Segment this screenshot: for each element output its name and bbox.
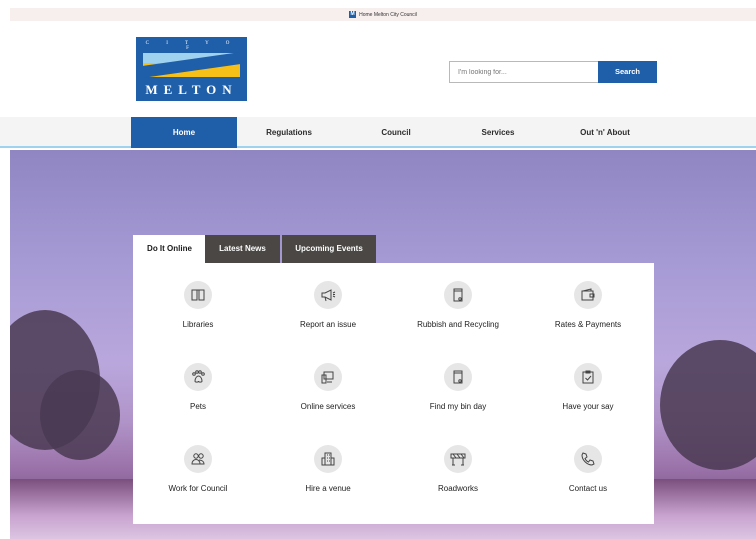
main-nav: Home Regulations Council Services Out 'n… [0,117,756,148]
service-label: Hire a venue [305,484,351,493]
nav-item-regulations[interactable]: Regulations [243,117,335,148]
service-hire-a-venue[interactable]: Hire a venue [263,427,393,507]
tab-do-it-online[interactable]: Do It Online [133,235,206,263]
search-button[interactable]: Search [598,61,657,83]
service-have-your-say[interactable]: Have your say [523,345,653,425]
paw-icon [184,363,212,391]
nav-item-council[interactable]: Council [350,117,442,148]
service-label: Rubbish and Recycling [417,320,499,329]
service-rates-payments[interactable]: Rates & Payments [523,263,653,343]
megaphone-icon [314,281,342,309]
service-label: Rates & Payments [554,320,622,329]
logo-city-text: C I T Y O F [145,41,238,51]
service-label: Roadworks [437,484,478,493]
logo-name-text: MELTON [145,82,238,97]
city-of-melton-logo[interactable]: C I T Y O F MELTON [136,37,247,101]
bin-icon [444,281,472,309]
search-input[interactable] [449,61,599,83]
service-report-an-issue[interactable]: Report an issue [263,263,393,343]
service-roadworks[interactable]: Roadworks [393,427,523,507]
hero-tree-left-2 [40,370,120,460]
tab-latest-news[interactable]: Latest News [205,235,280,263]
hero-tree-right [660,340,756,470]
building-icon [314,445,342,473]
browser-tab[interactable]: M Home Melton City Council [10,8,756,21]
service-label: Online services [300,402,356,411]
service-label: Libraries [182,320,214,329]
nav-item-out-n-about[interactable]: Out 'n' About [550,117,660,148]
nav-item-services[interactable]: Services [452,117,544,148]
people-icon [184,445,212,473]
tab-upcoming-events[interactable]: Upcoming Events [282,235,376,263]
browser-tab-title: Home Melton City Council [359,11,417,18]
phone-icon [574,445,602,473]
wallet-icon [574,281,602,309]
service-label: Find my bin day [429,402,487,411]
service-libraries[interactable]: Libraries [133,263,263,343]
nav-item-home[interactable]: Home [131,117,237,148]
service-work-for-council[interactable]: Work for Council [133,427,263,507]
favicon-icon: M [349,11,357,18]
barrier-icon [444,445,472,473]
book-icon [184,281,212,309]
clipboard-icon [574,363,602,391]
do-it-online-panel: Libraries Report an issue Rubbish and Re… [133,263,654,524]
bin-icon [444,363,472,391]
service-label: Pets [189,402,206,411]
service-label: Report an issue [299,320,357,329]
service-label: Work for Council [168,484,228,493]
service-online-services[interactable]: Online services [263,345,393,425]
service-contact-us[interactable]: Contact us [523,427,653,507]
service-pets[interactable]: Pets [133,345,263,425]
service-find-my-bin-day[interactable]: Find my bin day [393,345,523,425]
service-rubbish-and-recycling[interactable]: Rubbish and Recycling [393,263,523,343]
devices-icon [314,363,342,391]
service-label: Have your say [562,402,614,411]
service-label: Contact us [568,484,608,493]
